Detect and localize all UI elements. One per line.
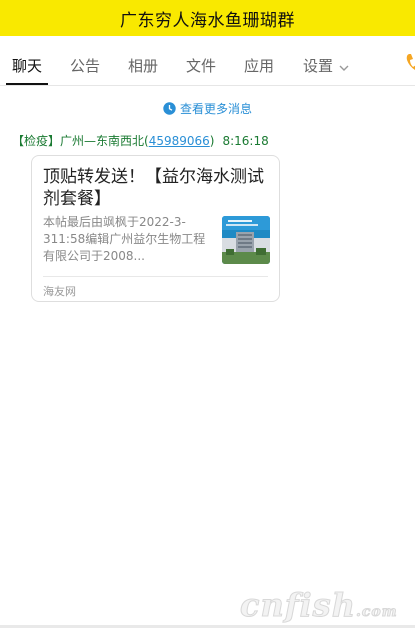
tab-announcement[interactable]: 公告 (64, 36, 106, 85)
phone-icon[interactable] (405, 52, 415, 76)
message-sender-line: 【检疫】广州—东南西北(45989066) 8:16:18 (12, 132, 269, 149)
watermark-suffix: .com (355, 604, 398, 621)
clock-icon (163, 101, 176, 115)
card-description: 本帖最后由飒枫于2022-3-311:58编辑广州益尔生物工程有限公司于2008… (43, 215, 206, 263)
shared-link-card[interactable]: 顶贴转发送！【益尔海水测试剂套餐】 本帖最后由飒枫于2022-3-311:58编… (31, 155, 280, 302)
message-time: 8:16:18 (222, 134, 269, 148)
sender-id-link[interactable]: 45989066 (149, 134, 210, 148)
card-title: 顶贴转发送！【益尔海水测试剂套餐】 (43, 167, 264, 209)
tab-apps[interactable]: 应用 (238, 36, 280, 85)
tab-album[interactable]: 相册 (122, 36, 164, 85)
watermark-main: cnfish (240, 586, 356, 625)
sender-name: 【检疫】广州—东南西北( (12, 134, 149, 148)
card-divider (43, 276, 268, 277)
sender-suffix: ) (209, 134, 215, 148)
tab-label: 应用 (243, 57, 274, 75)
view-more-label: 查看更多消息 (179, 101, 252, 116)
tab-files[interactable]: 文件 (180, 36, 222, 85)
tab-chat[interactable]: 聊天 (6, 36, 48, 85)
tab-label: 公告 (69, 57, 100, 75)
tab-label: 文件 (185, 57, 216, 75)
tab-label: 设置 (302, 57, 333, 75)
tab-label: 相册 (127, 57, 158, 75)
cnfish-watermark: cnfish.com (240, 586, 398, 625)
card-thumbnail (222, 216, 270, 264)
chevron-down-icon (339, 37, 349, 97)
tab-label: 聊天 (11, 57, 42, 75)
group-header: 广东穷人海水鱼珊瑚群 (0, 0, 415, 36)
card-source: 海友网 (43, 285, 76, 298)
view-more-messages-link[interactable]: 查看更多消息 (0, 98, 415, 118)
tab-settings[interactable]: 设置 (298, 36, 354, 85)
tab-bar: 聊天 公告 相册 文件 应用 设置 (0, 36, 415, 86)
group-title: 广东穷人海水鱼珊瑚群 (120, 10, 295, 31)
